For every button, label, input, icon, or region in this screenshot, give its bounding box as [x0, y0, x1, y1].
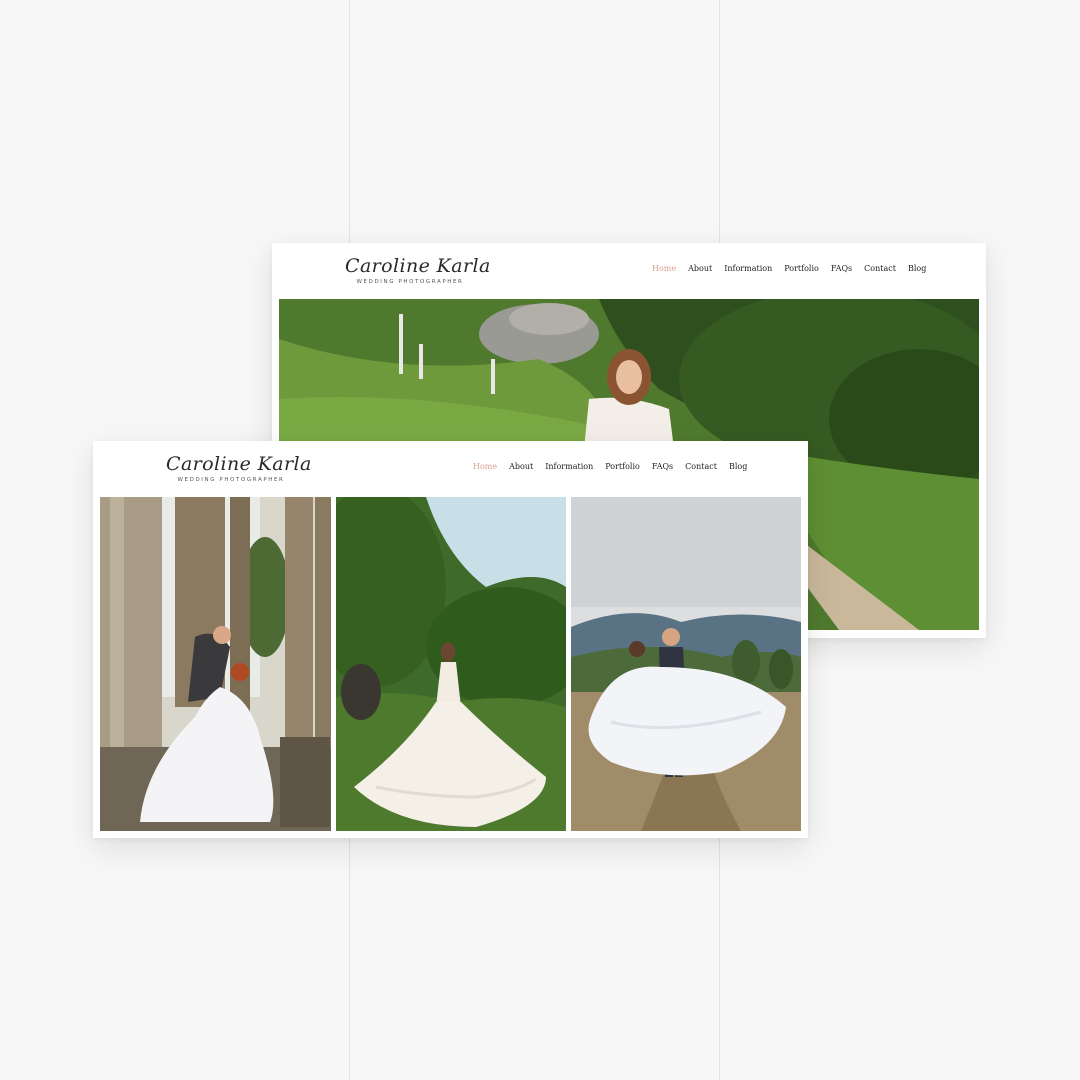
site-logo[interactable]: Caroline Karla WEDDING PHOTOGRAPHER: [166, 453, 312, 489]
gallery-image-columns-couple[interactable]: [100, 497, 331, 831]
gallery-image-mountain-couple[interactable]: [571, 497, 801, 831]
logo-tagline: WEDDING PHOTOGRAPHER: [356, 279, 464, 285]
nav-portfolio[interactable]: Portfolio: [784, 264, 819, 273]
nav-contact[interactable]: Contact: [864, 264, 896, 273]
site-logo[interactable]: Caroline Karla WEDDING PHOTOGRAPHER: [345, 255, 491, 291]
site-header: Caroline Karla WEDDING PHOTOGRAPHER Home…: [93, 441, 808, 497]
nav-about[interactable]: About: [509, 462, 533, 471]
website-preview-front: Caroline Karla WEDDING PHOTOGRAPHER Home…: [93, 441, 808, 838]
nav-home[interactable]: Home: [652, 264, 676, 273]
nav-information[interactable]: Information: [545, 462, 593, 471]
nav-portfolio[interactable]: Portfolio: [605, 462, 640, 471]
logo-wordmark: Caroline Karla: [345, 255, 491, 277]
site-header: Caroline Karla WEDDING PHOTOGRAPHER Home…: [272, 243, 986, 299]
nav-faqs[interactable]: FAQs: [652, 462, 673, 471]
gallery-image-bride-garden[interactable]: [336, 497, 566, 831]
nav-about[interactable]: About: [688, 264, 712, 273]
main-nav: Home About Information Portfolio FAQs Co…: [473, 462, 747, 471]
logo-tagline: WEDDING PHOTOGRAPHER: [177, 477, 285, 483]
logo-wordmark: Caroline Karla: [166, 453, 312, 475]
nav-faqs[interactable]: FAQs: [831, 264, 852, 273]
nav-information[interactable]: Information: [724, 264, 772, 273]
nav-blog[interactable]: Blog: [908, 264, 926, 273]
nav-home[interactable]: Home: [473, 462, 497, 471]
nav-contact[interactable]: Contact: [685, 462, 717, 471]
main-nav: Home About Information Portfolio FAQs Co…: [652, 264, 926, 273]
nav-blog[interactable]: Blog: [729, 462, 747, 471]
